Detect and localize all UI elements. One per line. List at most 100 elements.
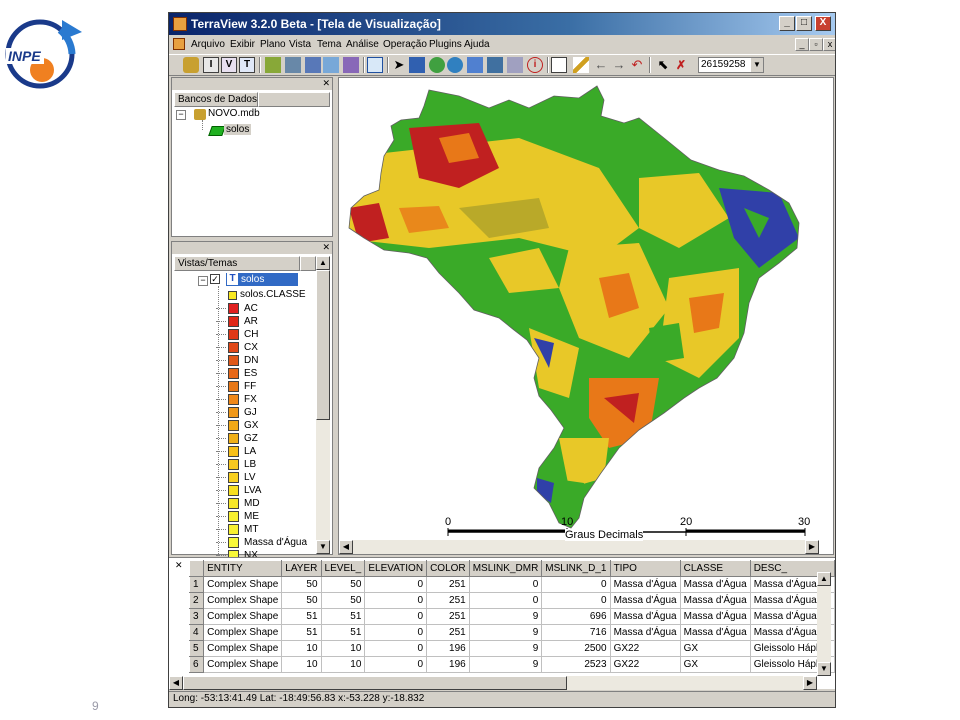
table-cell[interactable]: 9 [469,656,543,673]
expand-icon[interactable]: − [176,110,186,120]
export-icon[interactable] [285,57,301,73]
legend-item[interactable]: AC [216,302,296,315]
table-cell[interactable]: Massa d'Água [610,624,681,641]
table-row[interactable]: 4 Complex Shape 51 51 0 251 9 716 Massa d'Água Ma… [188,624,835,641]
legend-item[interactable]: FF [216,380,296,393]
table-cell[interactable]: 696 [541,608,611,625]
row-header[interactable]: 3 [188,608,205,625]
table-row[interactable]: 3 Complex Shape 51 51 0 251 9 696 Massa d'Água Ma… [188,608,835,625]
table-cell[interactable]: 251 [426,576,470,593]
maximize-button[interactable]: □ [796,16,812,31]
table-cell[interactable]: 50 [281,576,322,593]
table-row[interactable]: 2 Complex Shape 50 50 0 251 0 0 Massa d'Água Mass… [188,592,835,609]
table-cell[interactable]: 0 [364,624,428,641]
legend-item[interactable]: Massa d'Água [216,536,307,549]
table-icon[interactable] [367,57,383,73]
menu-plugins[interactable]: Plugins [429,39,462,50]
table-cell[interactable]: 0 [469,592,543,609]
column-header[interactable]: TIPO [609,560,681,577]
database-icon[interactable] [183,57,199,73]
scroll-down-icon[interactable]: ▼ [817,662,831,676]
legend-item[interactable]: LB [216,458,296,471]
legend-item[interactable]: DN [216,354,296,367]
print-icon[interactable] [487,57,503,73]
column-header[interactable]: COLOR [426,560,470,577]
table-cell[interactable]: GX [680,640,751,657]
scroll-up-icon[interactable]: ▲ [316,256,330,270]
table-cell[interactable]: GX22 [610,656,681,673]
table-vscrollbar[interactable]: ▲ ▼ [817,572,831,676]
table-cell[interactable]: 0 [364,656,428,673]
table-cell[interactable]: 2500 [541,640,611,657]
legend-item[interactable]: MD [216,497,296,510]
zoom-out-icon[interactable] [429,57,445,73]
scroll-right-icon[interactable]: ▶ [803,676,817,690]
draw-icon[interactable] [573,57,589,73]
table-row[interactable]: 6 Complex Shape 10 10 0 196 9 2523 GX22 GX Gleisso… [188,656,835,673]
database-name[interactable]: NOVO.mdb [208,108,260,119]
table-cell[interactable]: 251 [426,592,470,609]
table-cell[interactable]: Massa d'Água [680,624,751,641]
row-header[interactable]: 5 [188,640,205,657]
menu-tema[interactable]: Tema [317,39,341,50]
scroll-thumb[interactable] [183,676,567,690]
undo-icon[interactable]: ↶ [629,57,645,73]
databases-header[interactable]: Bancos de Dados [174,92,258,107]
view-icon[interactable]: V [221,57,237,73]
column-header[interactable]: LEVEL_ [320,560,366,577]
attribute-table[interactable]: ENTITY LAYER LEVEL_ ELEVATION COLOR MSLINK_DM… [188,560,835,673]
table-cell[interactable]: Complex Shape [203,608,283,625]
legend-item[interactable]: AR [216,315,296,328]
column-header[interactable]: MSLINK_D_1 [541,560,611,577]
column-header[interactable]: ENTITY [203,560,283,577]
delete-icon[interactable]: ✗ [673,57,689,73]
legend-item[interactable]: ES [216,367,296,380]
zoom-in-icon[interactable] [409,57,425,73]
map-view[interactable]: 0 10 20 30 ◀ ▶ Graus Decimals [338,77,834,555]
table-cell[interactable]: Massa d'Água [680,576,751,593]
scroll-up-icon[interactable]: ▲ [817,572,831,586]
forward-arrow-icon[interactable]: → [611,57,627,73]
legend-item[interactable]: LVA [216,484,296,497]
column-header[interactable]: LAYER [281,560,322,577]
legend-scrollbar[interactable]: ▲ ▼ [316,256,330,554]
legend-item[interactable]: CH [216,328,296,341]
table-cell[interactable]: 9 [469,640,543,657]
chevron-down-icon[interactable]: ▼ [751,58,763,72]
query-icon[interactable] [323,57,339,73]
table-cell[interactable]: 10 [281,656,322,673]
table-cell[interactable]: 10 [281,640,322,657]
close-icon[interactable]: ✕ [322,78,330,88]
table-cell[interactable]: 196 [426,640,470,657]
table-cell[interactable]: Complex Shape [203,624,283,641]
table-cell[interactable]: 51 [321,608,366,625]
legend-item[interactable]: ME [216,510,296,523]
menu-exibir[interactable]: Exibir [230,39,255,50]
layer-name[interactable]: solos [224,124,252,135]
menu-arquivo[interactable]: Arquivo [191,39,225,50]
table-cell[interactable]: Complex Shape [203,576,283,593]
table-cell[interactable]: 9 [469,624,543,641]
table-cell[interactable]: 0 [541,592,611,609]
table-cell[interactable]: Complex Shape [203,656,283,673]
column-header[interactable]: ELEVATION [364,560,428,577]
close-button[interactable]: X [815,16,831,31]
table-cell[interactable]: 10 [321,656,366,673]
legend-item[interactable]: GX [216,419,296,432]
theme-icon[interactable]: T [239,57,255,73]
table-cell[interactable]: 0 [469,576,543,593]
soil-map[interactable]: 0 10 20 30 [339,78,833,540]
menu-plano[interactable]: Plano [260,39,286,50]
back-arrow-icon[interactable]: ← [593,57,609,73]
table-cell[interactable]: 716 [541,624,611,641]
import-icon[interactable] [265,57,281,73]
table-cell[interactable]: 0 [364,640,428,657]
table-cell[interactable]: 51 [281,624,322,641]
legend-item[interactable]: CX [216,341,296,354]
table-cell[interactable]: 51 [281,608,322,625]
scroll-down-icon[interactable]: ▼ [316,540,330,554]
legend-item[interactable]: LV [216,471,296,484]
scale-select[interactable]: 26159258 ▼ [698,57,764,73]
table-cell[interactable]: Complex Shape [203,592,283,609]
scroll-thumb[interactable] [316,270,330,420]
